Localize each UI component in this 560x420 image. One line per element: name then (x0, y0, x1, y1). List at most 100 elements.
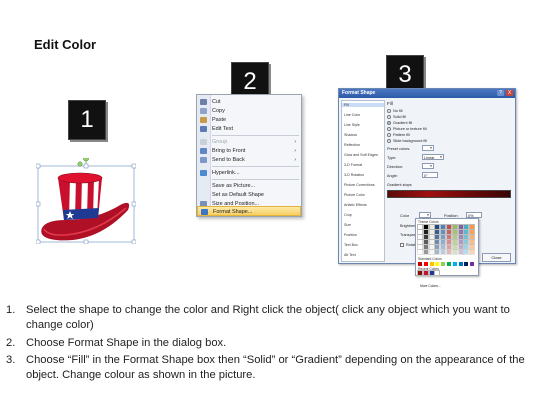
color-swatch[interactable] (428, 239, 435, 245)
color-swatch[interactable] (457, 244, 464, 250)
color-swatch[interactable] (422, 249, 429, 255)
color-swatch[interactable] (457, 249, 464, 255)
color-swatch[interactable] (434, 244, 441, 250)
recent-color-swatch[interactable] (422, 270, 429, 276)
color-swatch[interactable] (469, 239, 476, 245)
color-swatch[interactable] (428, 249, 435, 255)
color-swatch[interactable] (434, 239, 441, 245)
color-swatch[interactable] (457, 239, 464, 245)
color-swatch[interactable] (469, 234, 476, 240)
nav-item-shadow[interactable]: Shadow (344, 133, 357, 137)
nav-item-reflection[interactable]: Reflection (344, 143, 360, 147)
color-swatch[interactable] (451, 239, 458, 245)
color-swatch[interactable] (440, 244, 447, 250)
standard-color-swatch[interactable] (458, 262, 463, 266)
direction-dropdown[interactable]: ▾ (422, 163, 434, 169)
color-swatch[interactable] (422, 234, 429, 240)
standard-color-swatch[interactable] (447, 262, 451, 266)
color-swatch[interactable] (451, 229, 458, 235)
radio-slide-background-fill[interactable] (387, 139, 391, 143)
color-swatch[interactable] (451, 249, 458, 255)
standard-color-swatch[interactable] (441, 262, 446, 266)
color-swatch[interactable] (440, 249, 447, 255)
color-swatch[interactable] (451, 244, 458, 250)
standard-color-swatch[interactable] (464, 262, 469, 266)
menu-item-send-to-back[interactable]: Send to Back › (197, 155, 301, 165)
recent-color-swatch[interactable] (417, 270, 423, 276)
color-swatch[interactable] (422, 224, 429, 230)
help-button[interactable]: ? (497, 90, 504, 96)
standard-color-swatch[interactable] (452, 262, 457, 266)
nav-item-line-style[interactable]: Line Style (344, 123, 360, 127)
color-swatch[interactable] (446, 244, 452, 250)
close-icon[interactable]: X (506, 90, 513, 96)
nav-item-crop[interactable]: Crop (344, 213, 352, 217)
gradient-stops-bar[interactable] (387, 190, 511, 198)
color-swatch[interactable] (463, 234, 470, 240)
color-swatch[interactable] (440, 224, 447, 230)
menu-item-edit-text[interactable]: Edit Text (197, 124, 301, 134)
radio-no-fill[interactable] (387, 109, 391, 113)
color-swatch[interactable] (422, 244, 429, 250)
color-swatch[interactable] (457, 229, 464, 235)
color-swatch[interactable] (457, 224, 464, 230)
nav-item-text-box[interactable]: Text Box (344, 243, 358, 247)
color-swatch[interactable] (417, 249, 423, 255)
radio-pattern-fill[interactable] (387, 133, 391, 137)
menu-item-hyperlink[interactable]: Hyperlink... (197, 168, 301, 178)
angle-input[interactable]: 0° (422, 172, 438, 178)
radio-solid-fill[interactable] (387, 115, 391, 119)
nav-item-size[interactable]: Size (344, 223, 351, 227)
nav-item-picture-corrections[interactable]: Picture Corrections (344, 183, 375, 187)
nav-item-alt-text[interactable]: Alt Text (344, 253, 356, 257)
nav-item-3d-rotation[interactable]: 3-D Rotation (344, 173, 364, 177)
color-swatch[interactable] (446, 224, 452, 230)
rotate-with-shape-checkbox[interactable] (400, 243, 404, 247)
color-swatch[interactable] (463, 249, 470, 255)
color-swatch[interactable] (434, 249, 441, 255)
nav-item-glow[interactable]: Glow and Soft Edges (344, 153, 378, 157)
standard-color-swatch[interactable] (423, 262, 428, 266)
recent-color-swatch[interactable] (434, 270, 441, 276)
color-swatch[interactable] (440, 239, 447, 245)
color-swatch[interactable] (434, 229, 441, 235)
color-swatch[interactable] (428, 224, 435, 230)
selected-hat-shape[interactable] (35, 155, 137, 245)
color-swatch[interactable] (463, 244, 470, 250)
color-swatch[interactable] (440, 229, 447, 235)
menu-item-format-shape[interactable]: Format Shape... (197, 206, 301, 216)
color-swatch[interactable] (422, 239, 429, 245)
color-swatch[interactable] (417, 229, 423, 235)
color-swatch[interactable] (457, 234, 464, 240)
color-swatch[interactable] (446, 229, 452, 235)
color-swatch[interactable] (417, 234, 423, 240)
type-dropdown[interactable]: Linear ▾ (422, 154, 444, 160)
color-swatch[interactable] (428, 229, 435, 235)
color-swatch[interactable] (428, 234, 435, 240)
color-swatch[interactable] (469, 249, 476, 255)
color-swatch[interactable] (463, 229, 470, 235)
color-swatch[interactable] (417, 244, 423, 250)
radio-gradient-fill[interactable] (387, 121, 391, 125)
standard-color-swatch[interactable] (470, 262, 475, 266)
color-swatch[interactable] (446, 239, 452, 245)
more-colors-link[interactable]: More Colors... (420, 284, 441, 288)
color-swatch[interactable] (434, 224, 441, 230)
nav-item-position[interactable]: Position (344, 233, 357, 237)
standard-color-swatch[interactable] (435, 262, 440, 266)
color-swatch[interactable] (446, 234, 452, 240)
color-swatch[interactable] (428, 244, 435, 250)
color-swatch[interactable] (417, 239, 423, 245)
hat-icon[interactable] (35, 155, 137, 245)
recent-color-swatch[interactable] (428, 270, 435, 276)
color-swatch[interactable] (417, 224, 423, 230)
color-swatch[interactable] (469, 224, 476, 230)
nav-item-artistic-effects[interactable]: Artistic Effects (344, 203, 367, 207)
nav-item-3d-format[interactable]: 3-D Format (344, 163, 362, 167)
standard-color-swatch[interactable] (429, 262, 434, 266)
nav-item-picture-color[interactable]: Picture Color (344, 193, 365, 197)
radio-picture-fill[interactable] (387, 127, 391, 131)
color-swatch[interactable] (446, 249, 452, 255)
dialog-close-button[interactable]: Close (482, 253, 511, 262)
nav-item-fill[interactable]: Fill (342, 103, 384, 107)
